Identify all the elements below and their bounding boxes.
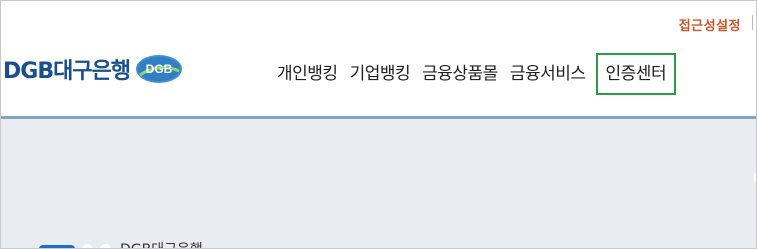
dgb-logo[interactable]: DGB대구은행 DGB: [3, 53, 183, 85]
gnb-corporate-banking[interactable]: 기업뱅킹: [344, 53, 417, 95]
scroll-edge-mark: [754, 174, 756, 182]
pager-dot[interactable]: [100, 243, 111, 248]
gnb-certification-center[interactable]: 인증센터: [595, 53, 677, 95]
gnb-personal-banking[interactable]: 개인뱅킹: [271, 53, 344, 95]
gnb-financial-products[interactable]: 금융상품몰: [416, 53, 504, 95]
dgb-badge-icon: DGB: [136, 55, 183, 83]
pager-dot[interactable]: [82, 243, 93, 248]
main-visual-area: DGB대구은행: [1, 119, 756, 248]
browser-frame: 접근성설정 DGB대구은행 DGB 개인뱅킹 기업뱅킹 금융상품몰 금융서비스 …: [0, 0, 757, 249]
carousel-current-label: DGB대구은행: [120, 239, 203, 248]
util-separator: [752, 15, 753, 30]
site-header: 접근성설정 DGB대구은행 DGB 개인뱅킹 기업뱅킹 금융상품몰 금융서비스 …: [1, 1, 756, 116]
carousel-pager: DGB대구은행: [39, 239, 203, 248]
gnb-financial-services[interactable]: 금융서비스: [504, 53, 592, 95]
logo-text: DGB대구은행: [3, 59, 131, 84]
pager-active-bar[interactable]: [39, 245, 75, 248]
global-navigation: 개인뱅킹 기업뱅킹 금융상품몰 금융서비스 인증센터: [271, 51, 677, 97]
badge-text: DGB: [146, 62, 173, 76]
accessibility-settings-link[interactable]: 접근성설정: [679, 15, 741, 34]
